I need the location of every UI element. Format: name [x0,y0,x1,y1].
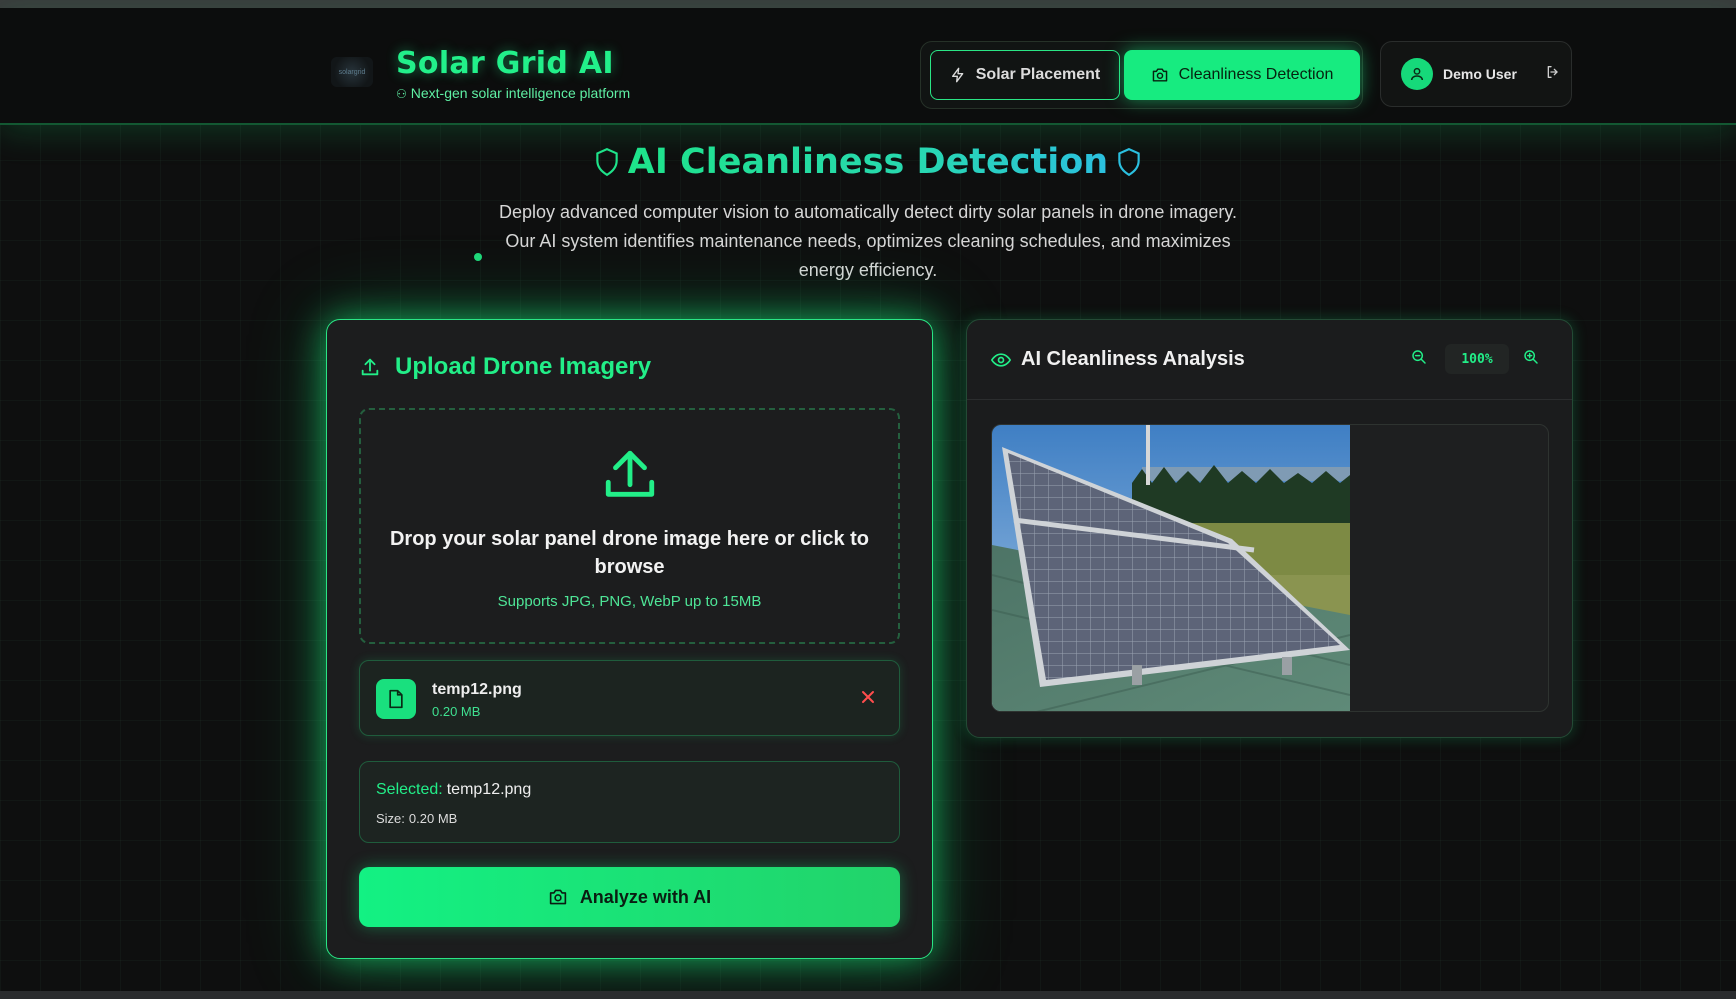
selected-file-name: temp12.png [446,781,532,798]
nav-solar-placement-button[interactable]: Solar Placement [930,50,1120,100]
analysis-title-text: AI Cleanliness Analysis [1021,348,1245,370]
logo-text: solargrid [338,68,366,76]
description-line: Deploy advanced computer vision to autom… [498,202,1238,222]
file-size: 0.20 MB [432,704,481,719]
analysis-image-viewport[interactable] [991,424,1549,712]
nav-cleanliness-detection-button[interactable]: Cleanliness Detection [1124,50,1360,100]
camera-icon [1151,67,1169,83]
dropzone-text: Drop your solar panel drone image here o… [389,528,869,578]
logout-icon[interactable] [1545,64,1561,85]
page-title-text: AI Cleanliness Detection [627,142,1109,182]
solar-panel-photo [992,425,1350,711]
decorative-dot [474,253,482,261]
zoom-in-icon [1523,349,1539,370]
upload-icon [359,356,381,378]
selected-file-size: 0.20 MB [408,811,458,826]
page-description: Deploy advanced computer vision to autom… [0,198,1736,285]
user-menu: Demo User [1380,41,1572,107]
remove-file-button[interactable] [856,687,880,711]
shield-icon [1116,146,1142,186]
window-bottom-bar [0,991,1736,999]
main-nav: Solar Placement Cleanliness Detection [920,41,1363,109]
upload-header: Upload Drone Imagery [359,353,651,381]
uploaded-file-item: temp12.png 0.20 MB [359,660,900,736]
analyze-button[interactable]: Analyze with AI [359,867,900,927]
logo[interactable]: solargrid [331,57,373,87]
analyze-button-label: Analyze with AI [579,886,712,907]
app-header: solargrid Solar Grid AI ⚇ Next-gen solar … [0,8,1736,125]
analysis-header: AI Cleanliness Analysis 100% [967,320,1572,400]
zoom-out-button[interactable] [1409,349,1429,369]
file-name: temp12.png [432,681,522,698]
window-top-bar [0,0,1736,8]
user-name: Demo User [1443,66,1517,82]
zoom-level: 100% [1445,344,1509,374]
description-line: Our AI system identifies maintenance nee… [505,231,1231,251]
analysis-panel: AI Cleanliness Analysis 100% [966,319,1573,738]
file-icon [376,679,416,719]
brand-subtitle-text: Next-gen solar intelligence platform [410,85,631,101]
dropzone[interactable]: Drop your solar panel drone image here o… [359,408,900,644]
selected-file-size-line: Size: 0.20 MB [376,811,457,826]
camera-icon [548,888,568,906]
upload-icon [601,446,659,509]
user-icon[interactable] [1401,58,1433,90]
close-icon [861,690,875,709]
bot-icon: ⚇ [396,87,407,101]
zap-icon [950,66,966,84]
shield-icon [594,146,620,186]
upload-title: Upload Drone Imagery [395,353,652,380]
selected-label: Selected: [376,781,443,798]
analysis-title: AI Cleanliness Analysis [991,348,1245,371]
size-label: Size: [376,811,405,826]
brand-title: Solar Grid AI [396,46,614,81]
zoom-out-icon [1411,349,1427,370]
zoom-in-button[interactable] [1521,349,1541,369]
description-line: energy efficiency. [798,260,938,280]
upload-panel: Upload Drone Imagery Drop your solar pan… [326,319,933,959]
eye-icon [991,352,1011,368]
brand-subtitle: ⚇ Next-gen solar intelligence platform [396,85,630,101]
nav-solar-placement-label: Solar Placement [975,66,1101,83]
dropzone-supported-formats: Supports JPG, PNG, WebP up to 15MB [497,593,762,610]
page-title: AI Cleanliness Detection [0,142,1736,186]
selected-file-summary: Selected: temp12.png Size: 0.20 MB [359,761,900,843]
selected-file-line: Selected: temp12.png [376,781,531,799]
nav-cleanliness-detection-label: Cleanliness Detection [1178,66,1334,83]
